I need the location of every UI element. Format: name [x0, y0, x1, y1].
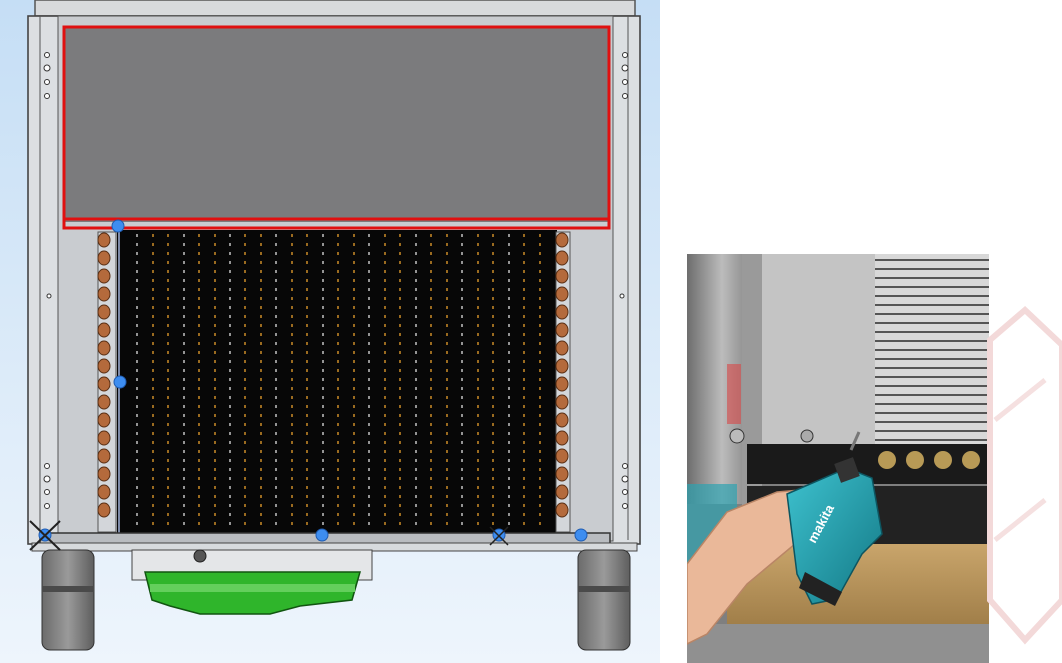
foot-left	[41, 549, 95, 651]
watermark-logo	[987, 305, 1062, 645]
top-cover-panel	[64, 27, 609, 222]
top-edge	[34, 0, 636, 17]
condenser-coil	[117, 230, 557, 533]
drill-photo: makita	[687, 254, 989, 663]
cad-drawing	[0, 0, 660, 663]
foot-right	[577, 549, 631, 651]
